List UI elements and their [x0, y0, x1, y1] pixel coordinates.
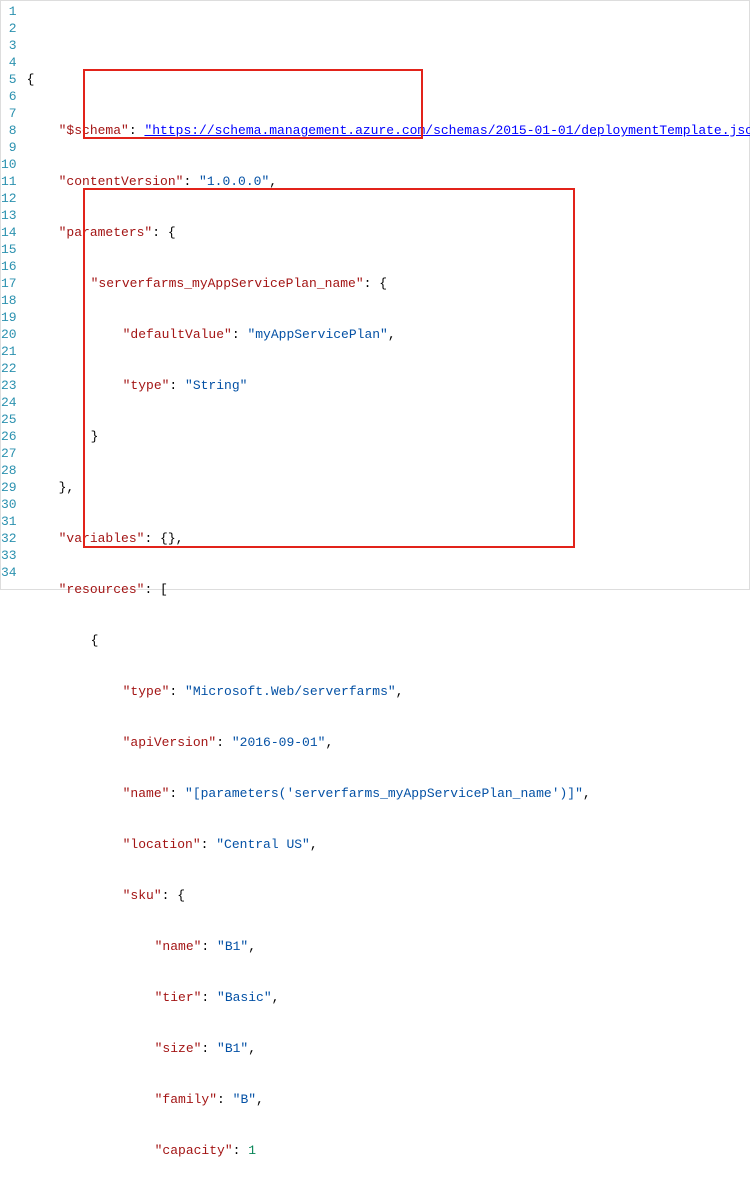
line-number: 15	[1, 241, 17, 258]
code-line: "sku": {	[27, 887, 750, 904]
line-number: 27	[1, 445, 17, 462]
line-number: 32	[1, 530, 17, 547]
line-number: 31	[1, 513, 17, 530]
line-number: 3	[1, 37, 17, 54]
code-line: "serverfarms_myAppServicePlan_name": {	[27, 275, 750, 292]
line-number: 23	[1, 377, 17, 394]
code-line: "type": "Microsoft.Web/serverfarms",	[27, 683, 750, 700]
line-number: 28	[1, 462, 17, 479]
code-line: "tier": "Basic",	[27, 989, 750, 1006]
code-line: "size": "B1",	[27, 1040, 750, 1057]
line-number-gutter: 1 2 3 4 5 6 7 8 9 10 11 12 13 14 15 16 1…	[1, 1, 27, 589]
line-number: 24	[1, 394, 17, 411]
code-editor[interactable]: 1 2 3 4 5 6 7 8 9 10 11 12 13 14 15 16 1…	[1, 1, 749, 589]
line-number: 14	[1, 224, 17, 241]
line-number: 19	[1, 309, 17, 326]
code-line: "location": "Central US",	[27, 836, 750, 853]
line-number: 18	[1, 292, 17, 309]
line-number: 12	[1, 190, 17, 207]
code-line: "name": "B1",	[27, 938, 750, 955]
line-number: 25	[1, 411, 17, 428]
code-line: }	[27, 428, 750, 445]
line-number: 34	[1, 564, 17, 581]
code-line: {	[27, 632, 750, 649]
line-number: 4	[1, 54, 17, 71]
line-number: 8	[1, 122, 17, 139]
line-number: 22	[1, 360, 17, 377]
code-line: "$schema": "https://schema.management.az…	[27, 122, 750, 139]
code-line: "capacity": 1	[27, 1142, 750, 1159]
code-line: "defaultValue": "myAppServicePlan",	[27, 326, 750, 343]
line-number: 11	[1, 173, 17, 190]
code-content[interactable]: { "$schema": "https://schema.management.…	[27, 1, 750, 589]
line-number: 6	[1, 88, 17, 105]
code-line: "contentVersion": "1.0.0.0",	[27, 173, 750, 190]
line-number: 30	[1, 496, 17, 513]
line-number: 33	[1, 547, 17, 564]
line-number: 21	[1, 343, 17, 360]
code-line: "apiVersion": "2016-09-01",	[27, 734, 750, 751]
line-number: 10	[1, 156, 17, 173]
line-number: 16	[1, 258, 17, 275]
code-line: {	[27, 71, 750, 88]
code-line: "type": "String"	[27, 377, 750, 394]
line-number: 1	[1, 3, 17, 20]
code-line: "variables": {},	[27, 530, 750, 547]
line-number: 7	[1, 105, 17, 122]
line-number: 13	[1, 207, 17, 224]
line-number: 26	[1, 428, 17, 445]
code-line: },	[27, 479, 750, 496]
line-number: 5	[1, 71, 17, 88]
line-number: 29	[1, 479, 17, 496]
code-line: "name": "[parameters('serverfarms_myAppS…	[27, 785, 750, 802]
line-number: 20	[1, 326, 17, 343]
line-number: 17	[1, 275, 17, 292]
line-number: 2	[1, 20, 17, 37]
code-line: "parameters": {	[27, 224, 750, 241]
line-number: 9	[1, 139, 17, 156]
code-line: "family": "B",	[27, 1091, 750, 1108]
